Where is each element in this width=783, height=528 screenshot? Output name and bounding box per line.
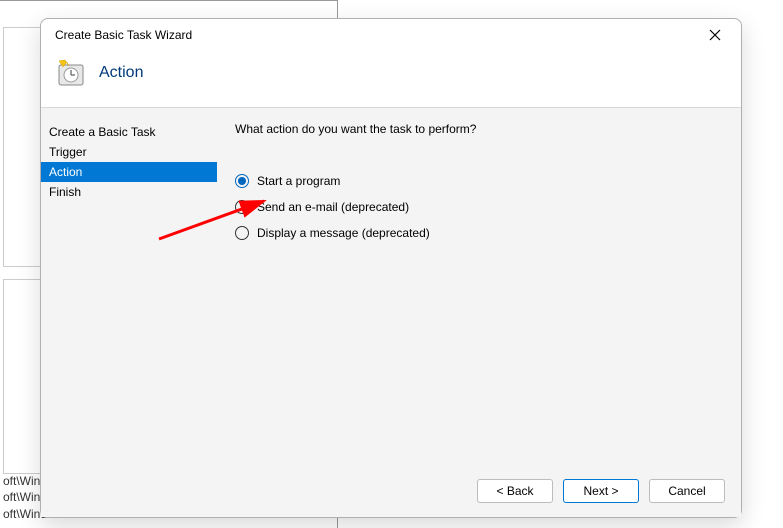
sidebar-item-finish[interactable]: Finish <box>41 182 217 202</box>
action-radio-group: Start a program Send an e-mail (deprecat… <box>235 174 723 240</box>
header-section: Action <box>41 51 741 108</box>
close-button[interactable] <box>701 21 729 49</box>
dialog-title: Create Basic Task Wizard <box>55 28 192 42</box>
sidebar-item-trigger[interactable]: Trigger <box>41 142 217 162</box>
radio-send-email[interactable]: Send an e-mail (deprecated) <box>235 200 723 214</box>
close-icon <box>709 29 721 41</box>
back-button[interactable]: < Back <box>477 479 553 503</box>
radio-label: Send an e-mail (deprecated) <box>257 200 409 214</box>
main-area: What action do you want the task to perf… <box>217 108 741 465</box>
title-bar: Create Basic Task Wizard <box>41 19 741 51</box>
radio-display-message[interactable]: Display a message (deprecated) <box>235 226 723 240</box>
radio-icon <box>235 226 249 240</box>
radio-icon <box>235 174 249 188</box>
next-button[interactable]: Next > <box>563 479 639 503</box>
radio-label: Display a message (deprecated) <box>257 226 430 240</box>
page-title: Action <box>99 64 143 82</box>
radio-start-program[interactable]: Start a program <box>235 174 723 188</box>
wizard-dialog: Create Basic Task Wizard Action Create a… <box>40 18 742 518</box>
wizard-sidebar: Create a Basic Task Trigger Action Finis… <box>41 108 217 465</box>
content-area: Create a Basic Task Trigger Action Finis… <box>41 108 741 465</box>
radio-label: Start a program <box>257 174 340 188</box>
footer: < Back Next > Cancel <box>41 465 741 517</box>
prompt-text: What action do you want the task to perf… <box>235 122 723 136</box>
radio-icon <box>235 200 249 214</box>
sidebar-item-action[interactable]: Action <box>41 162 217 182</box>
sidebar-item-create[interactable]: Create a Basic Task <box>41 122 217 142</box>
cancel-button[interactable]: Cancel <box>649 479 725 503</box>
clock-wizard-icon <box>55 57 87 89</box>
